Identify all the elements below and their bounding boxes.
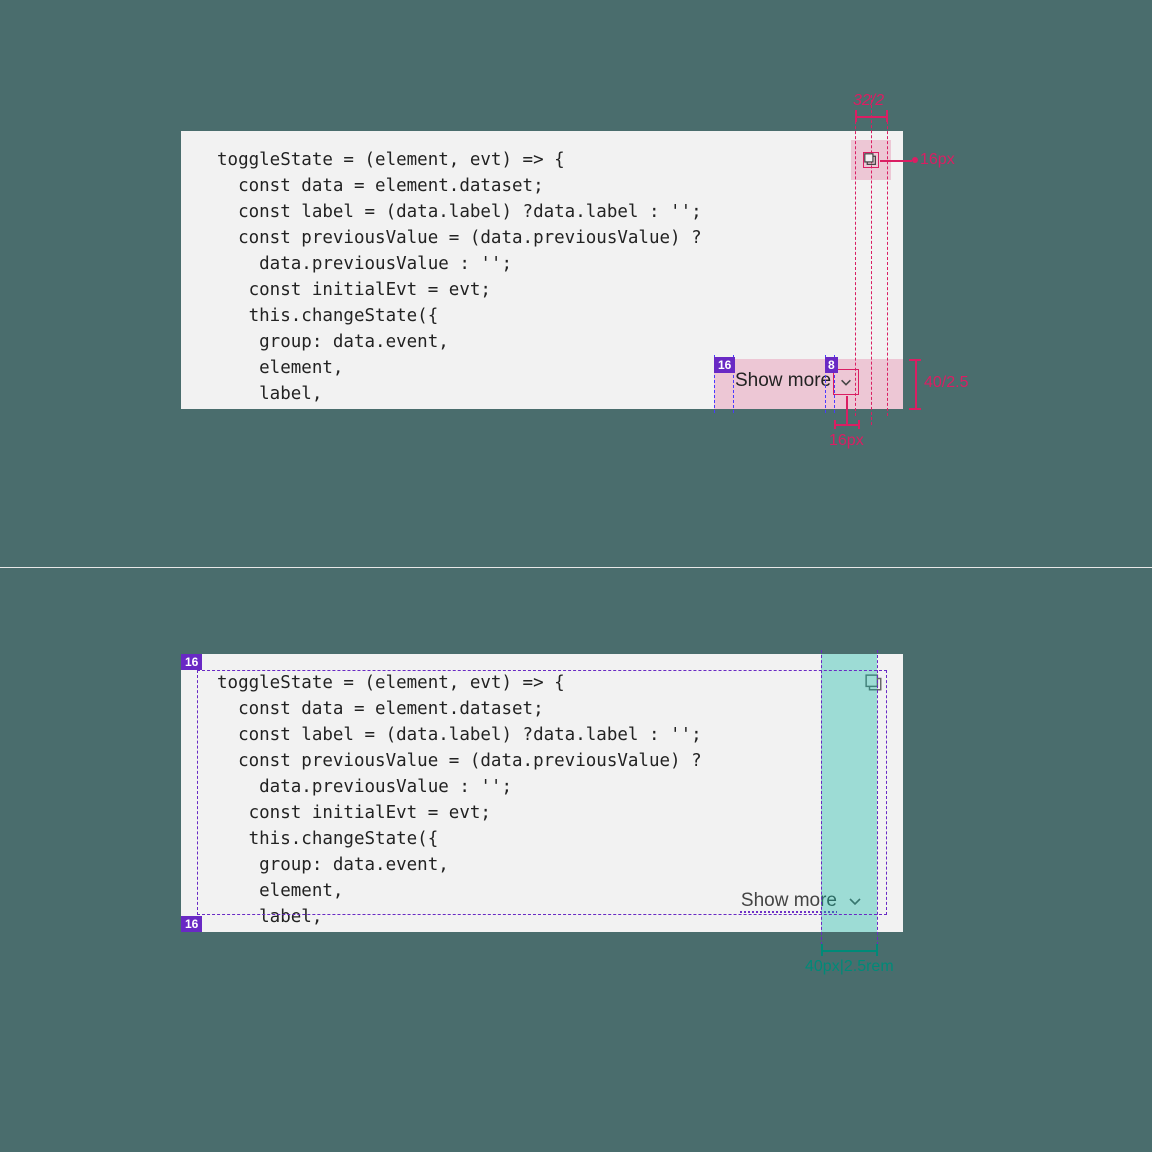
section-divider [0, 567, 1152, 568]
badge-padding-16: 16 [714, 357, 735, 373]
badge-padding-top-16: 16 [181, 654, 202, 670]
bracket-32-tick-l [855, 110, 857, 122]
show-more-label: Show more [735, 370, 831, 392]
annotation-height: 40/2.5 [924, 374, 968, 392]
leader-chev-h [834, 424, 859, 426]
spacing-band-40px [821, 654, 877, 932]
bracket-32-tick-r [886, 110, 888, 122]
copy-icon [863, 152, 879, 168]
bracket-height-line [915, 359, 917, 409]
badge-gap-8: 8 [825, 357, 838, 373]
bracket-band-line [821, 950, 877, 952]
code-snippet-panel-bottom: toggleState = (element, evt) => { const … [181, 654, 903, 932]
badge-padding-bottom-16: 16 [181, 916, 202, 932]
annotation-band-width: 40px|2.5rem [805, 958, 894, 976]
bracket-band-tick-l [821, 944, 823, 956]
bracket-height-bottom [909, 408, 921, 410]
bracket-32-top [855, 116, 887, 118]
annotation-copy-16px: 16px [920, 151, 955, 169]
annotation-chev-16px: 16px [829, 432, 864, 450]
bracket-height-top [909, 359, 921, 361]
leader-copy-16px [880, 160, 912, 162]
leader-chev [846, 396, 848, 424]
guide-band-right [877, 650, 878, 950]
leader-chev-tick-l [834, 420, 836, 429]
leader-dot [912, 157, 918, 163]
bracket-band-tick-r [876, 944, 878, 956]
annotation-32-2: 32/2 [853, 92, 884, 110]
leader-chev-tick-r [858, 420, 860, 429]
guide-band-left [821, 650, 822, 950]
